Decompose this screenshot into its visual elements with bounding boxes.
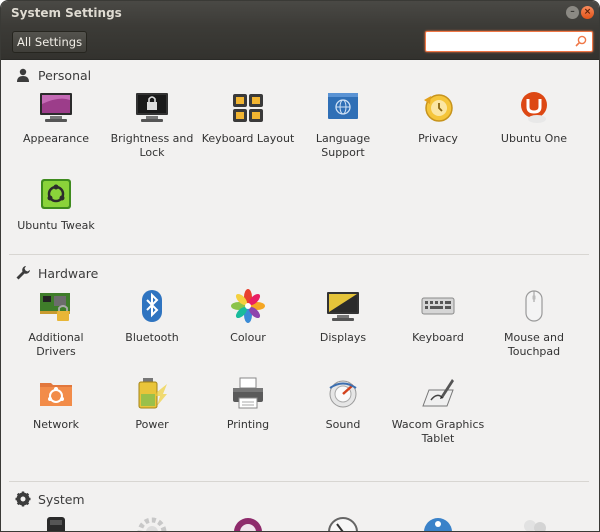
item-label: Power <box>135 418 169 431</box>
section-header-personal: Personal <box>15 66 91 84</box>
window-title: System Settings <box>11 6 122 20</box>
power-icon <box>138 378 167 409</box>
settings-item-backups[interactable] <box>8 515 104 531</box>
landscape-icon <box>234 518 262 531</box>
close-icon[interactable]: × <box>581 6 594 19</box>
settings-item-bluetooth[interactable]: Bluetooth <box>104 289 200 345</box>
sound-icon <box>329 380 357 408</box>
keyboard-icon <box>421 297 455 315</box>
item-label: Bluetooth <box>125 331 179 344</box>
settings-item-privacy[interactable]: Privacy <box>390 90 486 146</box>
settings-item-network[interactable]: Network <box>8 376 104 432</box>
item-label: Appearance <box>22 132 90 145</box>
universal-access-icon <box>424 518 452 531</box>
search-icon <box>575 35 587 47</box>
all-settings-button[interactable]: All Settings <box>12 31 88 53</box>
gear-icon <box>15 491 31 507</box>
item-label: Language Support <box>315 132 371 159</box>
colour-icon <box>231 289 265 323</box>
settings-item-wacom-tablet[interactable]: Wacom Graphics Tablet <box>390 376 486 446</box>
settings-item-displays[interactable]: Displays <box>295 289 391 345</box>
settings-item-ubuntu-tweak[interactable]: Ubuntu Tweak <box>8 177 104 233</box>
settings-item-brightness-lock[interactable]: Brightness and Lock <box>104 90 200 160</box>
displays-icon <box>327 292 359 321</box>
network-icon <box>40 383 72 406</box>
item-label: Wacom Graphics Tablet <box>391 418 485 445</box>
section-separator <box>9 254 589 255</box>
bluetooth-icon <box>142 290 162 322</box>
item-label: Keyboard <box>412 331 464 344</box>
settings-item-universal-access[interactable] <box>390 515 486 531</box>
section-title-system: System <box>38 491 85 507</box>
settings-item-time-date[interactable] <box>295 515 391 531</box>
privacy-icon <box>424 94 453 122</box>
section-title-hardware: Hardware <box>38 265 99 281</box>
ubuntu-tweak-icon <box>41 179 71 209</box>
settings-item-keyboard-layout[interactable]: Keyboard Layout <box>200 90 296 146</box>
section-header-hardware: Hardware <box>15 264 98 282</box>
item-label: Ubuntu Tweak <box>17 219 95 232</box>
settings-item-sound[interactable]: Sound <box>295 376 391 432</box>
title-bar[interactable]: System Settings – × <box>1 1 599 26</box>
section-title-personal: Personal <box>38 67 92 83</box>
settings-item-mouse-touchpad[interactable]: Mouse and Touchpad <box>486 289 582 359</box>
item-label: Printing <box>226 418 270 431</box>
item-label: Mouse and Touchpad <box>504 331 564 358</box>
ubuntu-one-icon <box>521 92 547 123</box>
additional-drivers-icon <box>40 293 70 321</box>
time-date-icon <box>328 517 358 531</box>
settings-item-language-support[interactable]: Language Support <box>295 90 391 160</box>
settings-item-landscape[interactable] <box>200 515 296 531</box>
settings-item-power[interactable]: Power <box>104 376 200 432</box>
appearance-icon <box>40 93 72 122</box>
minimize-icon[interactable]: – <box>566 6 579 19</box>
item-label: Privacy <box>418 132 458 145</box>
settings-item-additional-drivers[interactable]: Additional Drivers <box>8 289 104 359</box>
language-support-icon <box>328 93 358 119</box>
settings-content: Personal Appearance Brightness and Lock <box>1 60 599 531</box>
settings-item-colour[interactable]: Colour <box>200 289 296 345</box>
mouse-touchpad-icon <box>525 290 543 322</box>
keyboard-layout-icon <box>233 94 263 122</box>
wrench-icon <box>16 266 30 280</box>
wacom-tablet-icon <box>422 379 454 407</box>
toolbar: All Settings <box>1 26 599 60</box>
settings-item-details[interactable] <box>104 515 200 531</box>
section-separator <box>9 481 589 482</box>
printing-icon <box>233 377 263 409</box>
item-label: Displays <box>319 331 367 344</box>
item-label: Brightness and Lock <box>110 132 194 159</box>
item-label: Network <box>33 418 79 431</box>
settings-item-printing[interactable]: Printing <box>200 376 296 432</box>
person-icon <box>17 68 29 82</box>
settings-item-ubuntu-one[interactable]: Ubuntu One <box>486 90 582 146</box>
item-label: Keyboard Layout <box>201 132 295 145</box>
settings-item-user-accounts[interactable] <box>486 515 582 531</box>
section-header-system: System <box>15 490 85 508</box>
search-input[interactable] <box>425 31 593 52</box>
settings-item-appearance[interactable]: Appearance <box>8 90 104 146</box>
details-icon <box>137 517 167 531</box>
item-label: Ubuntu One <box>500 132 568 145</box>
system-settings-window: System Settings – × All Settings Persona… <box>0 0 600 532</box>
item-label: Additional Drivers <box>28 331 84 358</box>
item-label: Sound <box>325 418 361 431</box>
settings-item-keyboard[interactable]: Keyboard <box>390 289 486 345</box>
item-label: Colour <box>230 331 266 344</box>
backups-icon <box>47 517 65 531</box>
brightness-lock-icon <box>136 93 168 122</box>
user-accounts-icon <box>524 520 546 531</box>
